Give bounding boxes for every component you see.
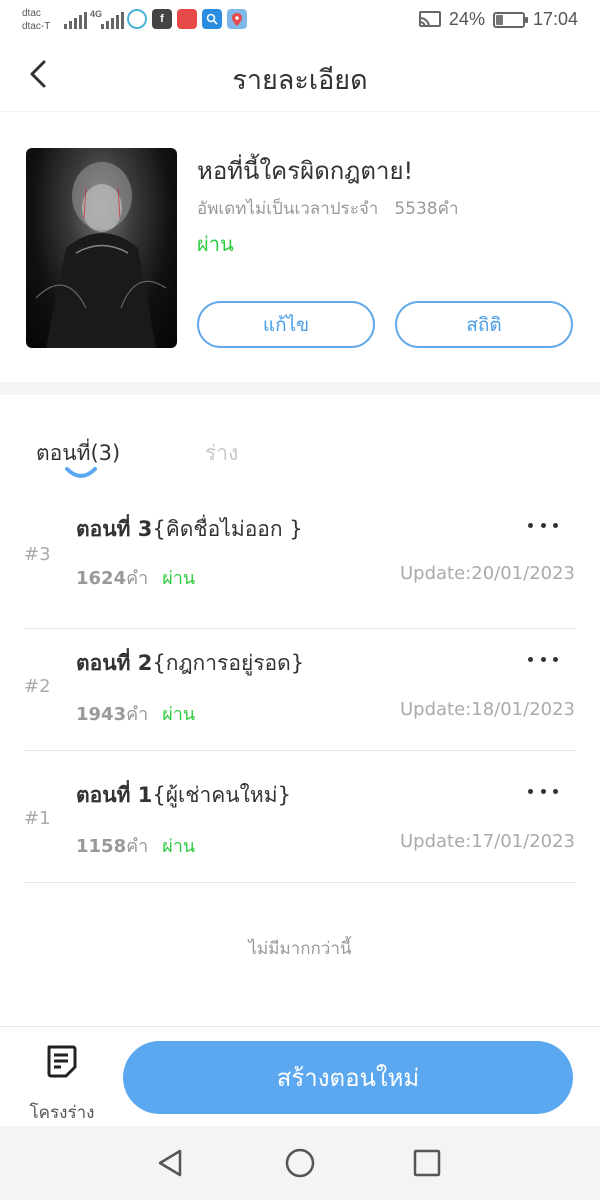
section-divider (0, 382, 600, 395)
chapter-update-date: Update:20/01/2023 (400, 563, 575, 584)
book-title: หอที่นี้ใครผิดกฎตาย! (197, 157, 414, 185)
tab-active-indicator (65, 467, 97, 478)
signal-icon-2 (101, 11, 124, 29)
shop-icon (177, 9, 197, 29)
more-options-button[interactable] (528, 649, 558, 669)
clock: 17:04 (532, 9, 578, 29)
book-status: ผ่าน (197, 232, 234, 256)
row-divider (25, 882, 575, 883)
chapter-title: ตอนที่ 2{กฎการอยู่รอด} (76, 647, 304, 680)
book-meta: อัพเดทไม่เป็นเวลาประจำ 5538คำ (197, 195, 459, 222)
battery-percent: 24% (448, 9, 485, 29)
chapter-index: #2 (24, 676, 51, 697)
maps-icon (227, 9, 247, 29)
document-icon (47, 1045, 77, 1078)
carrier-primary: dtac (22, 8, 41, 19)
stats-button[interactable]: สถิติ (395, 301, 573, 348)
battery-icon (492, 11, 528, 28)
chapter-word-count: 1158คำ (76, 836, 149, 857)
chapter-name: {กฎการอยู่รอด} (152, 651, 305, 675)
circle-home-icon (285, 1148, 315, 1178)
chapter-meta: 1943คำ ผ่าน (76, 699, 195, 728)
square-recents-icon (413, 1149, 441, 1177)
book-info: หอที่นี้ใครผิดกฎตาย! อัพเดทไม่เป็นเวลาปร… (0, 113, 600, 381)
list-end-message: ไม่มีมากกว่านี้ (248, 939, 352, 959)
chapter-index: #3 (24, 544, 51, 565)
carrier-names: dtac dtac-T (22, 7, 50, 33)
chapter-title: ตอนที่ 3{คิดชื่อไม่ออก } (76, 513, 303, 546)
chapter-meta: 1158คำ ผ่าน (76, 831, 195, 860)
chapter-name: {ผู้เช่าคนใหม่} (152, 783, 291, 807)
triangle-back-icon (158, 1149, 182, 1177)
status-right: 24% 17:04 (418, 9, 578, 30)
cast-icon (418, 10, 441, 27)
more-options-button[interactable] (528, 781, 558, 801)
status-bar: dtac dtac-T 4G f 24% 17:04 (0, 0, 600, 40)
chapter-word-count: 1943คำ (76, 704, 149, 725)
chapter-row[interactable]: #3 ตอนที่ 3{คิดชื่อไม่ออก } 1624คำ ผ่าน U… (0, 497, 600, 629)
chapter-number: ตอนที่ 3 (76, 517, 153, 541)
chapter-update-date: Update:17/01/2023 (400, 831, 575, 852)
chapter-row[interactable]: #2 ตอนที่ 2{กฎการอยู่รอด} 1943คำ ผ่าน Upd… (0, 619, 600, 751)
nav-back-button[interactable] (153, 1146, 187, 1180)
outline-label: โครงร่าง (29, 1103, 95, 1123)
header: รายละเอียด (0, 40, 600, 112)
tab-drafts[interactable]: ร่าง (205, 437, 238, 470)
update-schedule: อัพเดทไม่เป็นเวลาประจำ (197, 199, 379, 219)
outline-button[interactable]: โครงร่าง (20, 1041, 104, 1123)
notification-icons: f (127, 9, 247, 29)
chapter-status: ผ่าน (162, 704, 196, 725)
nav-home-button[interactable] (283, 1146, 317, 1180)
carrier-secondary: dtac-T (22, 21, 51, 32)
chapter-name: {คิดชื่อไม่ออก } (152, 517, 303, 541)
more-options-button[interactable] (528, 515, 558, 535)
book-cover[interactable] (26, 148, 177, 348)
facebook-icon: f (152, 9, 172, 29)
page-title: รายละเอียด (232, 65, 368, 96)
chapter-title: ตอนที่ 1{ผู้เช่าคนใหม่} (76, 779, 291, 812)
chapter-meta: 1624คำ ผ่าน (76, 563, 195, 592)
chapter-row[interactable]: #1 ตอนที่ 1{ผู้เช่าคนใหม่} 1158คำ ผ่าน Up… (0, 751, 600, 883)
cover-artwork (35, 162, 167, 348)
search-app-icon (202, 9, 222, 29)
signal-icon (64, 11, 87, 29)
messenger-icon (127, 9, 147, 29)
system-nav-bar (0, 1126, 600, 1200)
battery-level (495, 14, 503, 25)
create-chapter-button[interactable]: สร้างตอนใหม่ (123, 1041, 573, 1114)
bottom-action-bar: โครงร่าง สร้างตอนใหม่ (0, 1026, 600, 1126)
chapter-number: ตอนที่ 1 (76, 783, 153, 807)
chapter-status: ผ่าน (162, 836, 196, 857)
chapter-status: ผ่าน (162, 568, 196, 589)
book-word-count: 5538คำ (394, 199, 459, 219)
chapter-index: #1 (24, 808, 51, 829)
chapter-tabs: ตอนที่(3) ร่าง (0, 395, 600, 495)
edit-button[interactable]: แก้ไข (197, 301, 375, 348)
chapter-word-count: 1624คำ (76, 568, 149, 589)
chapter-update-date: Update:18/01/2023 (400, 699, 575, 720)
nav-recents-button[interactable] (410, 1146, 444, 1180)
chapter-number: ตอนที่ 2 (76, 651, 153, 675)
